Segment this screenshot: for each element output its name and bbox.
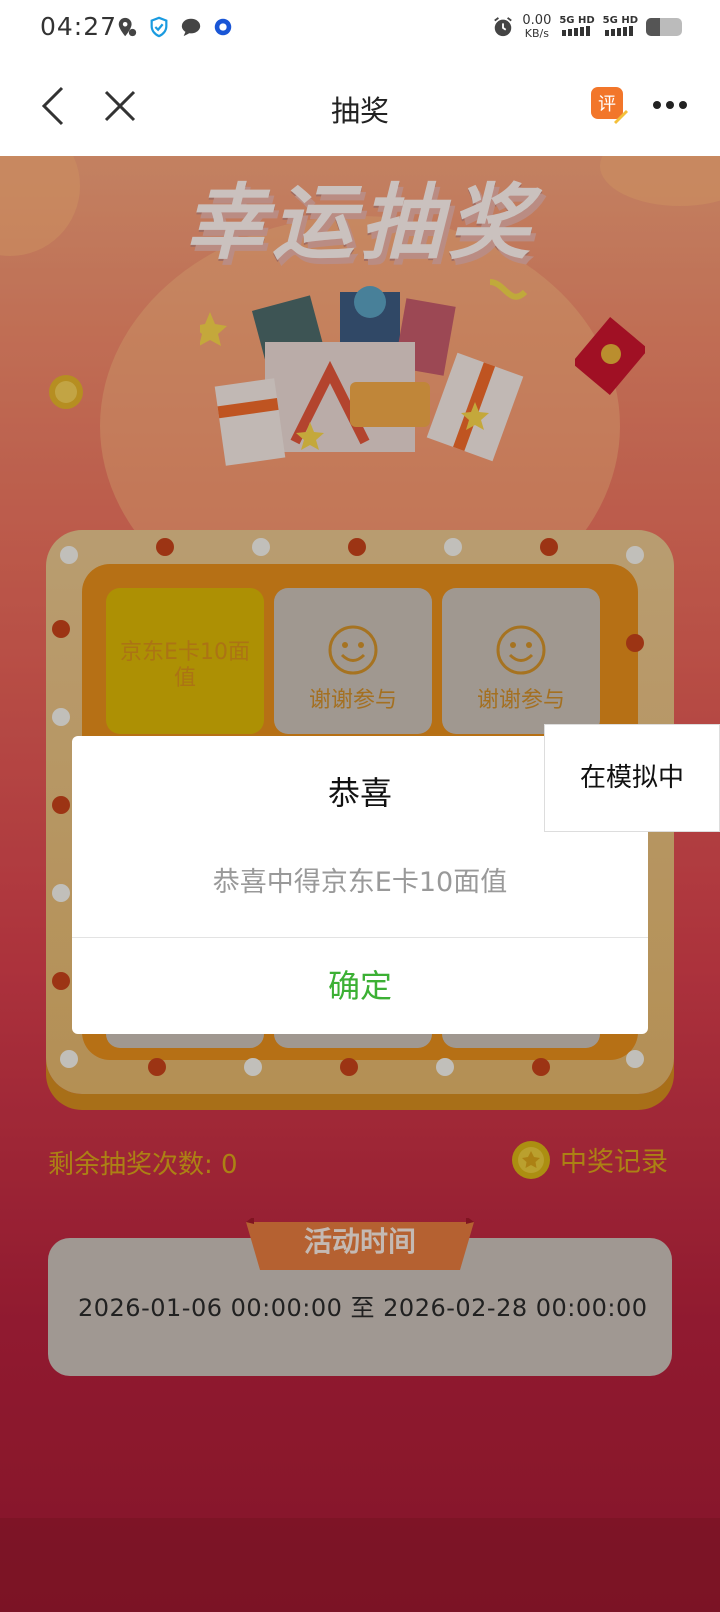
signal-bars-icon [605,26,634,36]
chat-icon [181,18,201,37]
signal-bars-icon [562,26,590,36]
signal-2-label: 5G HD [602,15,638,26]
evaluate-icon[interactable]: 评 [590,86,628,124]
status-time: 04:27 [40,12,118,41]
evaluate-badge-label: 评 [598,94,616,115]
signal-1-label: 5G HD [559,15,595,26]
nav-bar: 抽奖 评 [0,56,720,156]
speed-unit: KB/s [524,27,549,40]
network-speed: 0.00 KB/s [522,14,551,40]
status-icons-right: 0.00 KB/s 5G HD 5G HD [492,14,682,40]
signal-2: 5G HD [603,15,638,39]
status-icons-left [116,16,234,38]
signal-1: 5G HD [559,15,595,39]
battery-icon [646,18,682,36]
alarm-icon [494,17,513,37]
verified-icon [150,16,168,38]
location-icon [118,17,137,37]
simulation-toast: 在模拟中 [544,724,720,832]
battery-level [646,18,661,36]
more-icon[interactable] [652,90,688,120]
speed-value: 0.00 [522,13,552,28]
app-icon [214,18,232,36]
confirm-button[interactable]: 确定 [72,938,648,1034]
status-bar: 04:27 0.00 KB/s 5G HD 5G HD [0,0,720,56]
dialog-message: 恭喜中得京东E卡10面值 [212,867,508,898]
